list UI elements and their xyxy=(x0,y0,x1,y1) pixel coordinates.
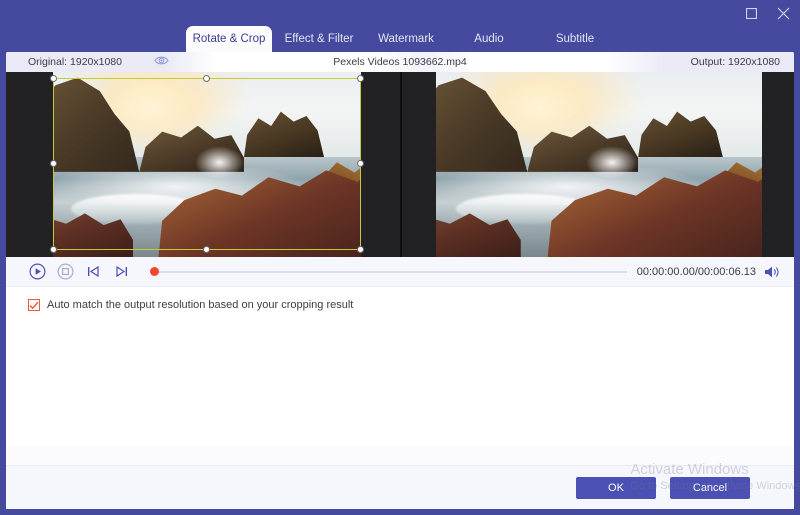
crop-selection-box[interactable] xyxy=(50,75,364,253)
volume-icon[interactable] xyxy=(764,265,780,279)
crop-handle-top-center[interactable] xyxy=(203,75,210,82)
previous-frame-icon[interactable] xyxy=(82,261,104,283)
output-resolution-label: Output: 1920x1080 xyxy=(690,56,780,68)
settings-area: Auto match the output resolution based o… xyxy=(6,287,794,447)
dialog-footer: OK Cancel Activate Windows Go to Setting… xyxy=(6,461,800,509)
output-video-frame xyxy=(436,72,762,257)
play-icon[interactable] xyxy=(26,261,48,283)
tab-subtitle[interactable]: Subtitle xyxy=(542,26,608,52)
playback-toolbar: 00:00:00.00/00:00:06.13 xyxy=(6,257,794,287)
preview-info-bar: Original: 1920x1080 Pexels Videos 109366… xyxy=(6,52,794,72)
crop-handle-top-right[interactable] xyxy=(357,75,364,82)
auto-match-resolution-row[interactable]: Auto match the output resolution based o… xyxy=(28,299,353,311)
editor-panel: Original: 1920x1080 Pexels Videos 109366… xyxy=(6,52,794,509)
crop-handle-middle-left[interactable] xyxy=(50,160,57,167)
file-name-label: Pexels Videos 1093662.mp4 xyxy=(333,56,467,68)
next-frame-icon[interactable] xyxy=(110,261,132,283)
tab-label: Effect & Filter xyxy=(284,33,354,45)
output-preview-pane[interactable] xyxy=(400,72,794,257)
tab-audio[interactable]: Audio xyxy=(458,26,520,52)
tab-label: Audio xyxy=(474,33,504,45)
preview-area xyxy=(6,72,794,257)
title-bar xyxy=(0,0,800,28)
stop-icon[interactable] xyxy=(54,261,76,283)
auto-match-label: Auto match the output resolution based o… xyxy=(47,299,354,311)
tab-rotate-and-crop[interactable]: Rotate & Crop xyxy=(186,26,272,52)
close-icon[interactable] xyxy=(774,4,792,22)
timeline-scrubber[interactable] xyxy=(150,264,627,280)
tab-label: Subtitle xyxy=(555,33,595,45)
maximize-icon[interactable] xyxy=(742,4,760,22)
crop-handle-bottom-center[interactable] xyxy=(203,246,210,253)
timecode-label: 00:00:00.00/00:00:06.13 xyxy=(636,265,756,278)
crop-handle-bottom-right[interactable] xyxy=(357,246,364,253)
auto-match-checkbox[interactable] xyxy=(28,299,40,311)
video-converter-editor-window: Rotate & Crop Effect & Filter Watermark … xyxy=(0,0,800,515)
cancel-button[interactable]: Cancel xyxy=(670,477,750,499)
tab-label: Watermark xyxy=(378,33,434,45)
tab-label: Rotate & Crop xyxy=(192,33,266,45)
crop-handle-middle-right[interactable] xyxy=(357,160,364,167)
crop-handle-bottom-left[interactable] xyxy=(50,246,57,253)
crop-handle-top-left[interactable] xyxy=(50,75,57,82)
window-controls xyxy=(742,4,792,22)
timeline-track[interactable] xyxy=(150,270,627,273)
ok-button[interactable]: OK xyxy=(576,477,656,499)
editor-tabs: Rotate & Crop Effect & Filter Watermark … xyxy=(0,26,800,52)
timeline-playhead[interactable] xyxy=(150,266,159,276)
original-preview-pane[interactable] xyxy=(6,72,400,257)
tab-effect-and-filter[interactable]: Effect & Filter xyxy=(278,26,360,52)
tab-watermark[interactable]: Watermark xyxy=(370,26,442,52)
